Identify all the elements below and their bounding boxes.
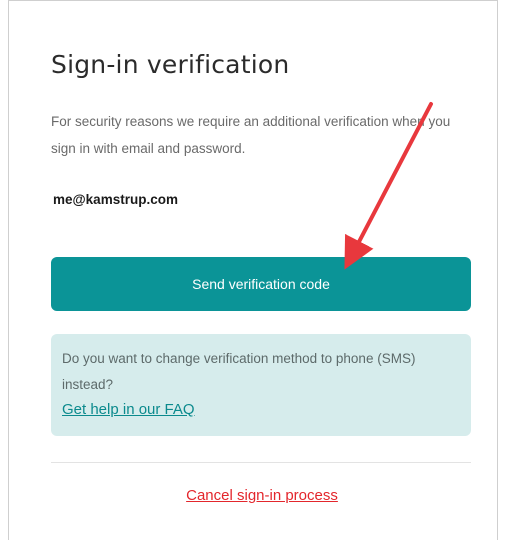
page-title: Sign-in verification	[51, 50, 290, 79]
user-email: me@kamstrup.com	[53, 192, 178, 207]
send-verification-code-button[interactable]: Send verification code	[51, 257, 471, 311]
cancel-sign-in-label: Cancel sign-in process	[186, 487, 338, 504]
faq-link[interactable]: Get help in our FAQ	[62, 401, 195, 418]
change-method-text: Do you want to change verification metho…	[62, 351, 416, 392]
intro-text: For security reasons we require an addit…	[51, 114, 451, 156]
send-verification-code-label: Send verification code	[192, 276, 330, 292]
change-method-info-box: Do you want to change verification metho…	[51, 334, 471, 436]
divider	[51, 462, 471, 463]
cancel-sign-in-link[interactable]: Cancel sign-in process	[0, 487, 510, 504]
